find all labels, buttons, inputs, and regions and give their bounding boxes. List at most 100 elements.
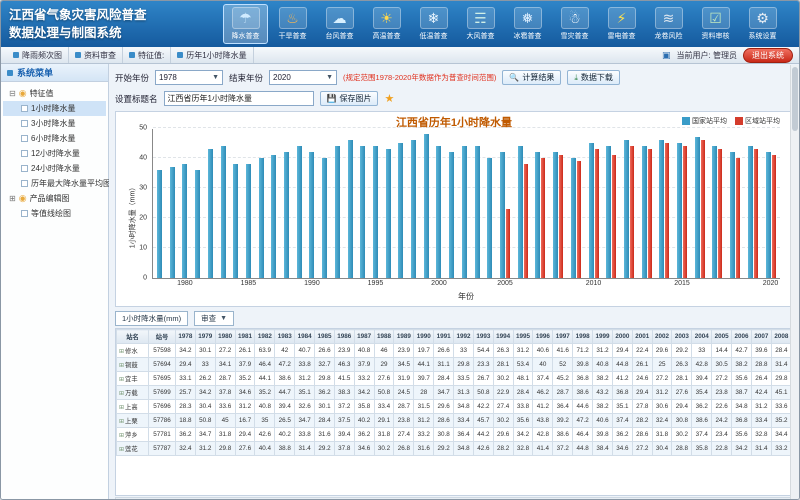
table-row-萍乡[interactable]: ⊞萍乡5778136.234.731.829.442.640.233.831.6… [117,428,792,442]
toolbar-item-typhoon-survey[interactable]: ☁台风普查 [317,4,362,44]
checkbox-icon[interactable] [21,165,28,172]
table-header-cell[interactable]: 2003 [672,330,692,344]
table-row-莲花[interactable]: ⊞莲花5778732.431.229.827.640.438.831.429.2… [117,442,792,456]
table-row-上栗[interactable]: ⊞上栗5778618.850.84516.73526.534.728.437.5… [117,414,792,428]
table-row-铜鼓[interactable]: ⊞铜鼓5769429.43334.137.946.447.233.832.746… [117,358,792,372]
table-header-cell[interactable]: 1994 [493,330,513,344]
calculate-button[interactable]: 🔍 计算结果 [502,70,561,85]
start-year-select[interactable]: 1978 ▼ [155,70,223,85]
table-row-修水[interactable]: ⊞修水5759834.230.127.226.163.94240.726.623… [117,344,792,358]
expand-icon[interactable]: ⊞ [119,419,124,425]
expand-icon[interactable]: ⊞ [119,447,124,453]
unit-selector[interactable]: 1小时降水量(mm) [115,311,188,326]
toolbar-item-data-audit[interactable]: ☑资料审核 [693,4,738,44]
toolbar-item-heat-survey[interactable]: ☀高温普查 [364,4,409,44]
tree-item-3小时降水量[interactable]: 3小时降水量 [3,116,106,131]
table-header-cell[interactable]: 1988 [374,330,394,344]
tree-toggle-icon[interactable]: ⊞ [9,194,16,203]
tab-item-3[interactable]: 历年1小时降水量 [171,47,253,63]
table-header-cell[interactable]: 1989 [394,330,414,344]
table-header-cell[interactable]: 1993 [473,330,493,344]
table-header-cell[interactable]: 站号 [149,330,176,344]
toolbar-item-tornado-survey[interactable]: ≋龙卷风险 [646,4,691,44]
tree-folder-1[interactable]: ⊞◉产品编辑图 [3,191,106,206]
toolbar-item-snow-survey[interactable]: ☃雪灾普查 [552,4,597,44]
table-header-cell[interactable]: 1999 [593,330,613,344]
table-header-cell[interactable]: 1978 [176,330,196,344]
review-selector[interactable]: 审查 ▼ [194,311,234,326]
tree-item-12小时降水量[interactable]: 12小时降水量 [3,146,106,161]
toolbar-item-hail-survey[interactable]: ❅冰雹普查 [505,4,550,44]
table-header-cell[interactable]: 1979 [195,330,215,344]
checkbox-icon[interactable] [21,210,28,217]
table-header-cell[interactable]: 1998 [573,330,593,344]
expand-icon[interactable]: ⊞ [119,405,124,411]
table-header-cell[interactable]: 1986 [334,330,354,344]
toolbar-item-system-settings[interactable]: ⚙系统设置 [740,4,785,44]
checkbox-icon[interactable] [21,135,28,142]
toolbar-item-rain-survey[interactable]: ☂降水普查 [223,4,268,44]
tree-item-历年最大降水量平均图[interactable]: 历年最大降水量平均图 [3,176,106,191]
station-name-cell[interactable]: ⊞上高 [117,400,149,414]
table-row-上高[interactable]: ⊞上高5769628.330.433.631.240.839.432.630.1… [117,400,792,414]
station-name-cell[interactable]: ⊞万载 [117,386,149,400]
toolbar-item-lightning-survey[interactable]: ⚡雷电普查 [599,4,644,44]
download-button[interactable]: ⤓ 数据下载 [567,70,620,85]
expand-icon[interactable]: ⊞ [119,433,124,439]
checkbox-icon[interactable] [21,180,28,187]
tree-folder-0[interactable]: ⊟◉特征值 [3,86,106,101]
expand-icon[interactable]: ⊞ [119,391,124,397]
table-header-cell[interactable]: 1981 [235,330,255,344]
tree-item-24小时降水量[interactable]: 24小时降水量 [3,161,106,176]
table-header-cell[interactable]: 2008 [771,330,791,344]
table-row-宜丰[interactable]: ⊞宜丰5769533.126.228.735.244.138.631.229.8… [117,372,792,386]
table-header-cell[interactable]: 2006 [732,330,752,344]
table-row-万载[interactable]: ⊞万载5769925.734.237.834.635.244.735.136.2… [117,386,792,400]
save-image-button[interactable]: 💾 保存图片 [320,91,379,106]
tree-item-6小时降水量[interactable]: 6小时降水量 [3,131,106,146]
table-header-cell[interactable]: 1983 [275,330,295,344]
table-header-cell[interactable]: 1980 [215,330,235,344]
tab-item-2[interactable]: 特征值: [123,47,171,63]
station-name-cell[interactable]: ⊞莲花 [117,442,149,456]
star-icon[interactable]: ★ [384,92,394,105]
station-name-cell[interactable]: ⊞萍乡 [117,428,149,442]
table-header-cell[interactable]: 1987 [354,330,374,344]
table-header-cell[interactable]: 1985 [315,330,335,344]
checkbox-icon[interactable] [21,120,28,127]
scrollbar-thumb[interactable] [792,67,798,131]
tree-toggle-icon[interactable]: ⊟ [9,89,16,98]
table-header-cell[interactable]: 1992 [454,330,474,344]
table-header-cell[interactable]: 1995 [513,330,533,344]
table-header-cell[interactable]: 1982 [255,330,275,344]
table-header-cell[interactable]: 站名 [117,330,149,344]
checkbox-icon[interactable] [21,150,28,157]
station-name-cell[interactable]: ⊞宜丰 [117,372,149,386]
station-name-cell[interactable]: ⊞铜鼓 [117,358,149,372]
station-name-cell[interactable]: ⊞上栗 [117,414,149,428]
table-header-cell[interactable]: 1990 [414,330,434,344]
table-header-cell[interactable]: 2001 [632,330,652,344]
expand-icon[interactable]: ⊞ [119,363,124,369]
table-header-cell[interactable]: 2000 [612,330,632,344]
tree-item-等值线绘图[interactable]: 等值线绘图 [3,206,106,221]
tab-item-0[interactable]: 降雨频次图 [7,47,69,63]
table-header-cell[interactable]: 2005 [712,330,732,344]
table-header-cell[interactable]: 1997 [553,330,573,344]
table-header-cell[interactable]: 2007 [751,330,771,344]
logout-button[interactable]: 退出系统 [743,48,793,63]
table-header-cell[interactable]: 2004 [692,330,712,344]
table-header-cell[interactable]: 1996 [533,330,553,344]
toolbar-item-drought-survey[interactable]: ♨干旱普查 [270,4,315,44]
table-header-cell[interactable]: 2002 [652,330,672,344]
station-name-cell[interactable]: ⊞修水 [117,344,149,358]
checkbox-icon[interactable] [21,105,28,112]
table-header-cell[interactable]: 1984 [295,330,315,344]
vertical-scrollbar[interactable] [790,65,799,499]
toolbar-item-cold-survey[interactable]: ❄低温普查 [411,4,456,44]
tree-item-1小时降水量[interactable]: 1小时降水量 [3,101,106,116]
tab-item-1[interactable]: 资料审查 [69,47,123,63]
horizontal-scrollbar[interactable] [115,497,793,499]
table-header-cell[interactable]: 1991 [434,330,454,344]
chart-title-input[interactable] [164,91,314,106]
